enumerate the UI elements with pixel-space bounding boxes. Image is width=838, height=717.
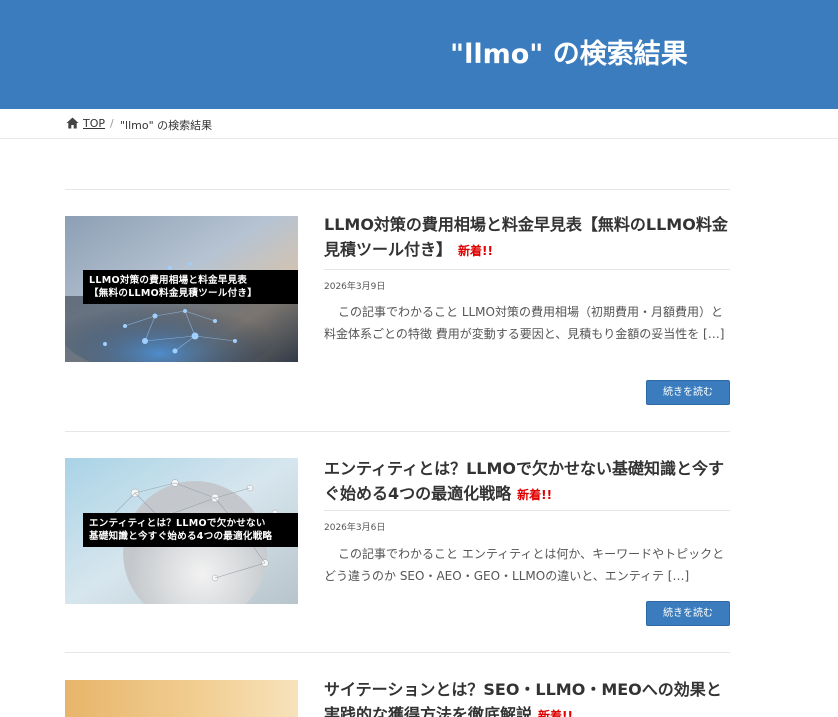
breadcrumb-current: "llmo" の検索結果: [120, 119, 213, 132]
page-title: "llmo" の検索結果: [450, 39, 688, 70]
post-date: 2026年3月9日: [324, 282, 386, 292]
breadcrumb: TOP / "llmo" の検索結果: [0, 109, 838, 139]
thumbnail-caption-line: 【無料のLLMO料金見積ツール付き】: [89, 288, 258, 299]
post-excerpt: この記事でわかること エンティティとは何か、キーワードやトピックとどう違うのか …: [324, 547, 725, 583]
new-badge: 新着!!: [538, 709, 573, 717]
home-icon[interactable]: [66, 117, 79, 129]
breadcrumb-separator: /: [110, 117, 114, 130]
post-thumbnail[interactable]: LLMO対策の費用相場と料金早見表 【無料のLLMO料金見積ツール付き】: [65, 216, 298, 362]
thumbnail-image: [65, 680, 298, 717]
post-title-text[interactable]: LLMO対策の費用相場と料金早見表【無料のLLMO料金見積ツール付き】: [324, 215, 728, 259]
thumbnail-caption-line: LLMO対策の費用相場と料金早見表: [89, 275, 248, 286]
page-header: "llmo" の検索結果: [0, 0, 838, 109]
new-badge: 新着!!: [517, 488, 553, 502]
post-title[interactable]: LLMO対策の費用相場と料金早見表【無料のLLMO料金見積ツール付き】 新着!!: [324, 212, 734, 264]
read-more-button[interactable]: 続きを読む: [646, 601, 730, 626]
post-title[interactable]: サイテーションとは？SEO・LLMO・MEOへの効果と実践的な獲得方法を徹底解説…: [324, 677, 734, 717]
post-excerpt: この記事でわかること LLMO対策の費用相場（初期費用・月額費用）と料金体系ごと…: [324, 305, 725, 341]
post-title[interactable]: エンティティとは？LLMOで欠かせない基礎知識と今すぐ始める4つの最適化戦略 新着…: [324, 456, 734, 508]
title-divider: [324, 510, 730, 511]
title-divider: [324, 269, 730, 270]
new-badge: 新着!!: [458, 244, 493, 258]
thumbnail-caption-line: 基礎知識と今すぐ始める4つの最適化戦略: [89, 531, 273, 542]
read-more-button[interactable]: 続きを読む: [646, 380, 730, 405]
divider: [65, 189, 730, 190]
post-thumbnail[interactable]: エンティティとは？LLMOで欠かせない 基礎知識と今すぐ始める4つの最適化戦略: [65, 458, 298, 604]
post-title-text[interactable]: サイテーションとは？SEO・LLMO・MEOへの効果と実践的な獲得方法を徹底解説: [324, 680, 722, 717]
breadcrumb-top-link[interactable]: TOP: [83, 117, 105, 130]
divider: [65, 652, 730, 653]
divider: [65, 431, 730, 432]
post-thumbnail[interactable]: [65, 680, 298, 717]
thumbnail-caption-line: エンティティとは？LLMOで欠かせない: [89, 518, 266, 529]
thumbnail-caption: エンティティとは？LLMOで欠かせない 基礎知識と今すぐ始める4つの最適化戦略: [83, 513, 298, 547]
thumbnail-caption: LLMO対策の費用相場と料金早見表 【無料のLLMO料金見積ツール付き】: [83, 270, 298, 304]
post-date: 2026年3月6日: [324, 523, 386, 533]
